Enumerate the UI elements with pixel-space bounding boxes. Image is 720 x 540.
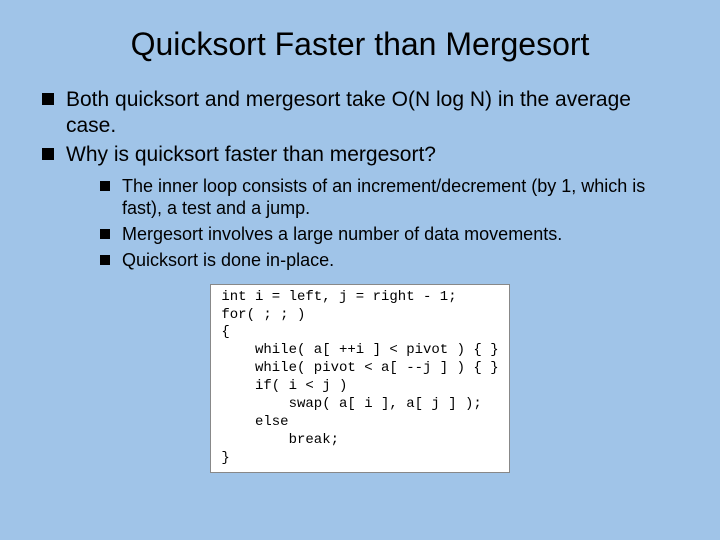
sub-bullet-list: The inner loop consists of an increment/…: [66, 176, 682, 272]
bullet-item: Both quicksort and mergesort take O(N lo…: [42, 87, 682, 138]
bullet-text: Both quicksort and mergesort take O(N lo…: [66, 88, 631, 137]
sub-bullet-item: The inner loop consists of an increment/…: [100, 176, 682, 220]
sub-bullet-item: Quicksort is done in-place.: [100, 250, 682, 272]
slide: Quicksort Faster than Mergesort Both qui…: [0, 0, 720, 540]
sub-bullet-text: Mergesort involves a large number of dat…: [122, 224, 562, 244]
bullet-list: Both quicksort and mergesort take O(N lo…: [38, 87, 682, 272]
sub-bullet-text: Quicksort is done in-place.: [122, 250, 334, 270]
code-snippet: int i = left, j = right - 1; for( ; ; ) …: [210, 284, 509, 473]
code-container: int i = left, j = right - 1; for( ; ; ) …: [38, 284, 682, 473]
bullet-text: Why is quicksort faster than mergesort?: [66, 143, 436, 166]
sub-bullet-item: Mergesort involves a large number of dat…: [100, 224, 682, 246]
slide-title: Quicksort Faster than Mergesort: [38, 26, 682, 63]
bullet-item: Why is quicksort faster than mergesort? …: [42, 142, 682, 271]
sub-bullet-text: The inner loop consists of an increment/…: [122, 176, 645, 218]
